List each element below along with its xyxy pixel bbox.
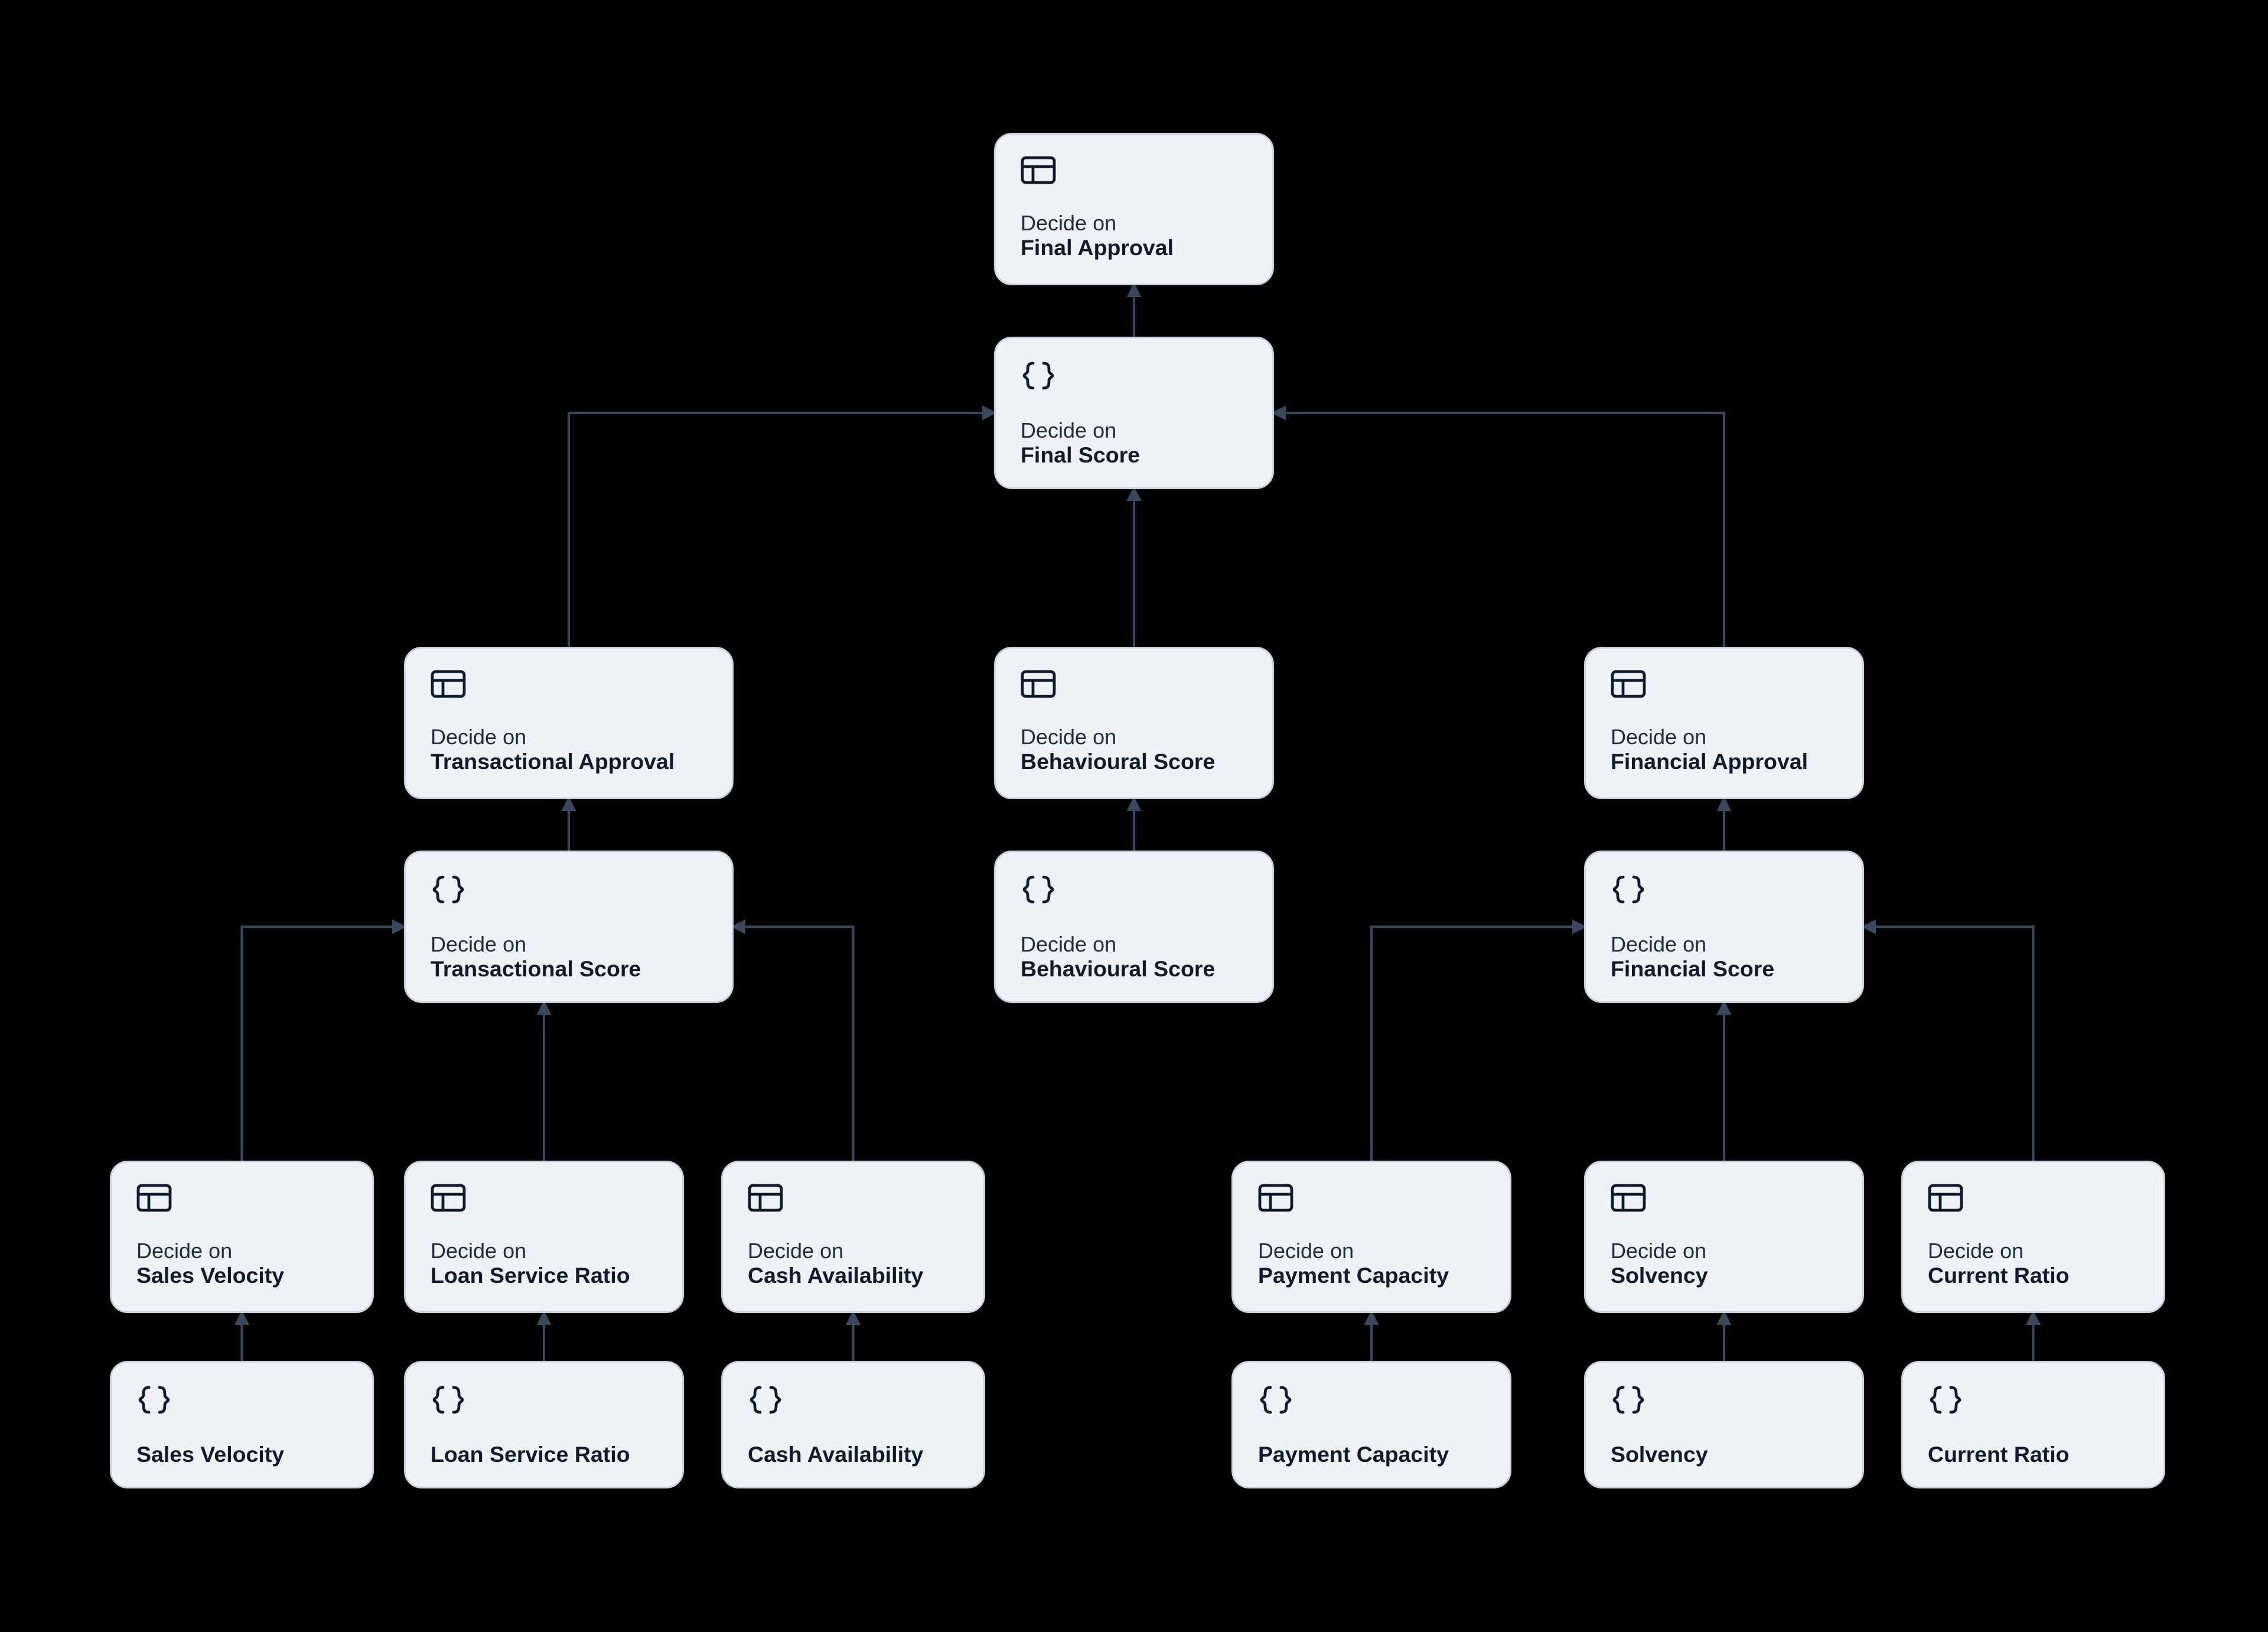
node-prefix: Decide on — [1021, 211, 1247, 236]
node-title: Solvency — [1611, 1442, 1837, 1470]
node-prefix: Decide on — [136, 1239, 347, 1264]
table-icon — [748, 1184, 959, 1221]
edge-payment-capacity-d-to-financial-score — [1371, 927, 1584, 1161]
node-financial-approval[interactable]: Decide onFinancial Approval — [1584, 647, 1864, 799]
node-loan-service-ratio-d[interactable]: Decide onLoan Service Ratio — [404, 1161, 684, 1313]
node-payment-capacity-d[interactable]: Decide onPayment Capacity — [1231, 1161, 1511, 1313]
decision-diagram: Decide onFinal ApprovalDecide onFinal Sc… — [0, 0, 2268, 1632]
table-icon — [1611, 670, 1837, 707]
braces-icon — [136, 1384, 347, 1425]
node-title: Current Ratio — [1928, 1442, 2139, 1470]
node-title: Financial Approval — [1611, 750, 1837, 778]
table-icon — [1021, 156, 1247, 193]
edge-cash-availability-d-to-transactional-score — [734, 927, 853, 1161]
braces-icon — [1611, 874, 1837, 914]
node-current-ratio[interactable]: Current Ratio — [1901, 1361, 2165, 1488]
braces-icon — [1611, 1384, 1837, 1425]
node-loan-service-ratio[interactable]: Loan Service Ratio — [404, 1361, 684, 1488]
node-prefix: Decide on — [1611, 1239, 1837, 1264]
node-sales-velocity[interactable]: Sales Velocity — [110, 1361, 374, 1488]
table-icon — [1611, 1184, 1837, 1221]
node-current-ratio-d[interactable]: Decide onCurrent Ratio — [1901, 1161, 2165, 1313]
node-prefix: Decide on — [431, 932, 707, 957]
node-title: Final Score — [1021, 444, 1247, 471]
node-prefix: Decide on — [1611, 932, 1837, 957]
node-behavioural-score-b[interactable]: Decide onBehavioural Score — [994, 851, 1274, 1003]
edge-financial-approval-to-final-score — [1274, 413, 1724, 647]
node-behavioural-score-t[interactable]: Decide onBehavioural Score — [994, 647, 1274, 799]
node-prefix: Decide on — [1021, 725, 1247, 750]
node-cash-availability[interactable]: Cash Availability — [721, 1361, 985, 1488]
node-solvency[interactable]: Solvency — [1584, 1361, 1864, 1488]
node-final-approval[interactable]: Decide onFinal Approval — [994, 133, 1274, 285]
braces-icon — [1258, 1384, 1485, 1425]
table-icon — [431, 1184, 657, 1221]
node-financial-score[interactable]: Decide onFinancial Score — [1584, 851, 1864, 1003]
braces-icon — [748, 1384, 959, 1425]
braces-icon — [1021, 874, 1247, 914]
node-final-score[interactable]: Decide onFinal Score — [994, 337, 1274, 489]
node-title: Transactional Score — [431, 957, 707, 985]
node-prefix: Decide on — [431, 725, 707, 750]
node-prefix: Decide on — [1611, 725, 1837, 750]
node-prefix: Decide on — [1928, 1239, 2139, 1264]
node-cash-availability-d[interactable]: Decide onCash Availability — [721, 1161, 985, 1313]
braces-icon — [431, 1384, 657, 1425]
table-icon — [1258, 1184, 1485, 1221]
node-title: Behavioural Score — [1021, 750, 1247, 778]
braces-icon — [1021, 360, 1247, 400]
node-prefix: Decide on — [431, 1239, 657, 1264]
node-title: Sales Velocity — [136, 1442, 347, 1470]
node-title: Current Ratio — [1928, 1264, 2139, 1292]
braces-icon — [1928, 1384, 2139, 1425]
node-prefix: Decide on — [748, 1239, 959, 1264]
node-title: Transactional Approval — [431, 750, 707, 778]
node-solvency-d[interactable]: Decide onSolvency — [1584, 1161, 1864, 1313]
node-title: Loan Service Ratio — [431, 1442, 657, 1470]
node-title: Sales Velocity — [136, 1264, 347, 1292]
node-transactional-score[interactable]: Decide onTransactional Score — [404, 851, 734, 1003]
node-payment-capacity[interactable]: Payment Capacity — [1231, 1361, 1511, 1488]
node-title: Cash Availability — [748, 1264, 959, 1292]
table-icon — [1928, 1184, 2139, 1221]
table-icon — [136, 1184, 347, 1221]
node-prefix: Decide on — [1021, 932, 1247, 957]
node-title: Behavioural Score — [1021, 957, 1247, 985]
edge-current-ratio-d-to-financial-score — [1864, 927, 2034, 1161]
edge-transactional-approval-to-final-score — [569, 413, 994, 647]
node-transactional-approval[interactable]: Decide onTransactional Approval — [404, 647, 734, 799]
node-title: Payment Capacity — [1258, 1264, 1485, 1292]
node-sales-velocity-d[interactable]: Decide onSales Velocity — [110, 1161, 374, 1313]
table-icon — [431, 670, 707, 707]
node-prefix: Decide on — [1258, 1239, 1485, 1264]
node-title: Solvency — [1611, 1264, 1837, 1292]
node-title: Cash Availability — [748, 1442, 959, 1470]
node-title: Final Approval — [1021, 236, 1247, 264]
node-title: Loan Service Ratio — [431, 1264, 657, 1292]
edge-sales-velocity-d-to-transactional-score — [242, 927, 405, 1161]
node-title: Financial Score — [1611, 957, 1837, 985]
node-title: Payment Capacity — [1258, 1442, 1485, 1470]
node-prefix: Decide on — [1021, 418, 1247, 444]
table-icon — [1021, 670, 1247, 707]
braces-icon — [431, 874, 707, 914]
